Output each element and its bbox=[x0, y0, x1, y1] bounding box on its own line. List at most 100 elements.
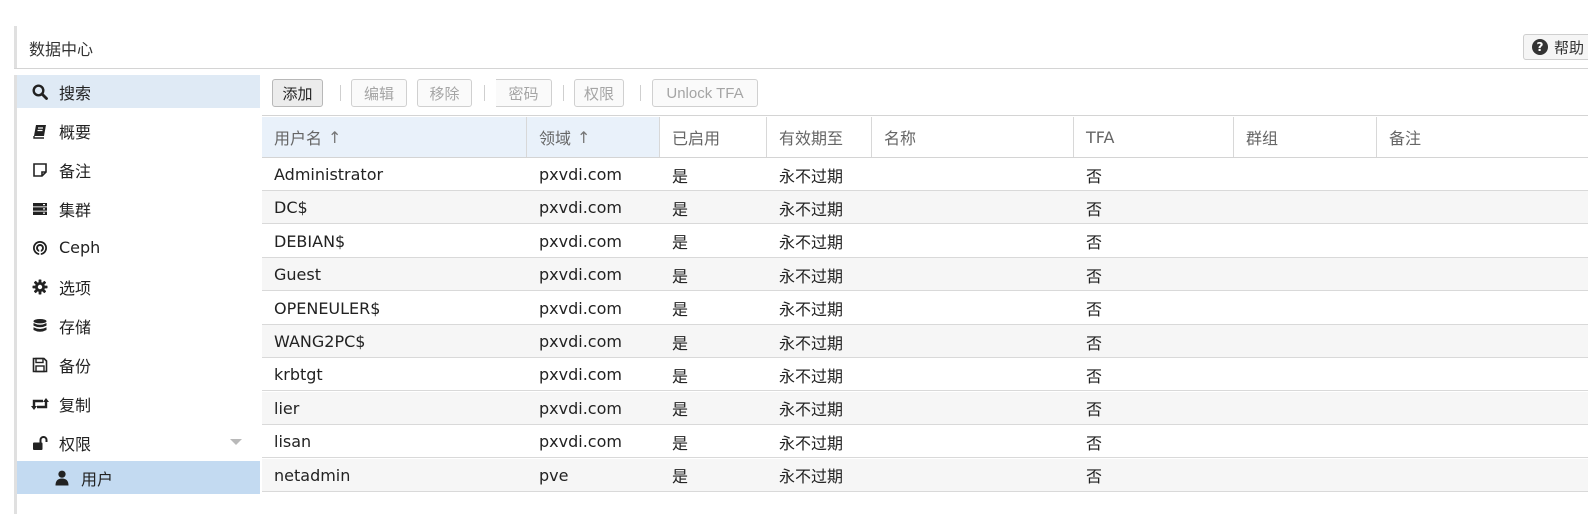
cell-name bbox=[872, 225, 1074, 258]
sidebar-item-options[interactable]: 选项 bbox=[17, 270, 260, 303]
cell-realm: pxvdi.com bbox=[539, 432, 622, 452]
cell-enabled: 是 bbox=[672, 199, 689, 219]
cell-groups bbox=[1234, 191, 1377, 224]
toolbar-separator bbox=[640, 85, 641, 101]
search-icon bbox=[31, 83, 49, 101]
cell-expire: 永不过期 bbox=[779, 266, 844, 286]
sidebar-item-summary[interactable]: 概要 bbox=[17, 114, 260, 147]
cell-realm: pxvdi.com bbox=[539, 265, 622, 285]
sidebar-item-ceph[interactable]: Ceph bbox=[17, 231, 260, 264]
column-header-name[interactable]: 名称 bbox=[872, 117, 1074, 157]
column-header-username[interactable]: 用户名 ↑ bbox=[262, 117, 527, 157]
cell-groups bbox=[1234, 225, 1377, 258]
cell-groups bbox=[1234, 158, 1377, 191]
cell-tfa: 否 bbox=[1086, 199, 1103, 219]
cell-username: lier bbox=[274, 398, 300, 418]
sidebar-item-label: 搜索 bbox=[59, 83, 92, 103]
table-row[interactable]: lisan pxvdi.com 是 永不过期 否 bbox=[262, 425, 1588, 459]
password-button[interactable]: 密码 bbox=[496, 79, 552, 107]
cell-enabled: 是 bbox=[672, 366, 689, 386]
sidebar-item-label: 备份 bbox=[59, 356, 92, 376]
cell-comment bbox=[1377, 225, 1588, 258]
cell-enabled: 是 bbox=[672, 433, 689, 453]
cell-name bbox=[872, 425, 1074, 458]
cell-groups bbox=[1234, 292, 1377, 325]
edit-button[interactable]: 编辑 bbox=[351, 79, 407, 107]
cell-enabled: 是 bbox=[672, 266, 689, 286]
remove-button[interactable]: 移除 bbox=[417, 79, 472, 107]
table-header: 用户名 ↑ 领域 ↑ 已启用 有效期至 名称 TFA 群组 备注 bbox=[262, 117, 1588, 158]
cell-comment bbox=[1377, 358, 1588, 391]
sidebar-item-notes[interactable]: 备注 bbox=[17, 153, 260, 186]
table-row[interactable]: Guest pxvdi.com 是 永不过期 否 bbox=[262, 258, 1588, 292]
cell-expire: 永不过期 bbox=[779, 467, 844, 487]
cell-enabled: 是 bbox=[672, 166, 689, 186]
cell-groups bbox=[1234, 325, 1377, 358]
sidebar-item-replication[interactable]: 复制 bbox=[17, 387, 260, 420]
database-icon bbox=[31, 317, 49, 335]
sidebar-item-label: 复制 bbox=[59, 395, 92, 415]
retweet-icon bbox=[31, 395, 49, 413]
cell-enabled: 是 bbox=[672, 300, 689, 320]
column-header-expire[interactable]: 有效期至 bbox=[767, 117, 872, 157]
cell-expire: 永不过期 bbox=[779, 333, 844, 353]
cell-tfa: 否 bbox=[1086, 333, 1103, 353]
sidebar-item-label: 权限 bbox=[59, 434, 92, 454]
unlock-tfa-button[interactable]: Unlock TFA bbox=[652, 79, 758, 107]
table-row[interactable]: DEBIAN$ pxvdi.com 是 永不过期 否 bbox=[262, 225, 1588, 258]
sidebar-item-cluster[interactable]: 集群 bbox=[17, 192, 260, 225]
sidebar-item-permissions[interactable]: 权限 bbox=[17, 426, 260, 459]
cell-enabled: 是 bbox=[672, 400, 689, 420]
question-circle-icon: ? bbox=[1532, 39, 1548, 55]
cell-username: WANG2PC$ bbox=[274, 332, 366, 351]
book-icon bbox=[31, 122, 49, 140]
cell-realm: pxvdi.com bbox=[539, 231, 622, 251]
table-row[interactable]: OPENEULER$ pxvdi.com 是 永不过期 否 bbox=[262, 292, 1588, 325]
sidebar-item-label: 选项 bbox=[59, 278, 92, 298]
column-header-enabled[interactable]: 已启用 bbox=[660, 117, 767, 157]
cell-name bbox=[872, 358, 1074, 391]
cell-username: DC$ bbox=[274, 198, 308, 218]
toolbar-separator bbox=[563, 85, 564, 101]
sort-asc-icon: ↑ bbox=[577, 127, 591, 147]
help-label: 帮助 bbox=[1554, 38, 1585, 57]
chevron-down-icon[interactable] bbox=[230, 439, 242, 445]
cell-tfa: 否 bbox=[1086, 433, 1103, 453]
page-title: 数据中心 bbox=[29, 40, 94, 59]
sidebar-item-backup[interactable]: 备份 bbox=[17, 348, 260, 381]
cell-comment bbox=[1377, 292, 1588, 325]
sidebar-item-search[interactable]: 搜索 bbox=[17, 75, 260, 108]
cell-realm: pxvdi.com bbox=[539, 398, 622, 418]
sidebar-item-label: Ceph bbox=[59, 238, 101, 257]
cell-groups bbox=[1234, 425, 1377, 458]
help-button[interactable]: ? 帮助 bbox=[1523, 34, 1588, 60]
table-row[interactable]: krbtgt pxvdi.com 是 永不过期 否 bbox=[262, 358, 1588, 392]
cell-realm: pxvdi.com bbox=[539, 165, 622, 184]
add-button[interactable]: 添加 bbox=[272, 79, 323, 107]
table-row[interactable]: DC$ pxvdi.com 是 永不过期 否 bbox=[262, 191, 1588, 225]
table-row[interactable]: lier pxvdi.com 是 永不过期 否 bbox=[262, 391, 1588, 425]
cell-comment bbox=[1377, 425, 1588, 458]
cell-expire: 永不过期 bbox=[779, 199, 844, 219]
permissions-button[interactable]: 权限 bbox=[574, 79, 624, 107]
column-header-groups[interactable]: 群组 bbox=[1234, 117, 1377, 157]
cell-username: DEBIAN$ bbox=[274, 231, 346, 251]
sidebar-item-storage[interactable]: 存储 bbox=[17, 309, 260, 342]
user-panel: 添加 编辑 移除 密码 权限 Unlock TFA 用户名 ↑ 领域 ↑ 已启用… bbox=[262, 75, 1588, 514]
column-header-comment[interactable]: 备注 bbox=[1377, 117, 1588, 157]
cell-expire: 永不过期 bbox=[779, 166, 844, 186]
column-header-tfa[interactable]: TFA bbox=[1074, 117, 1234, 157]
note-icon bbox=[31, 161, 49, 179]
gear-icon bbox=[31, 278, 49, 296]
table-row[interactable]: netadmin pve 是 永不过期 否 bbox=[262, 458, 1588, 492]
cell-realm: pxvdi.com bbox=[539, 198, 622, 218]
cell-realm: pxvdi.com bbox=[539, 332, 622, 351]
table-row[interactable]: Administrator pxvdi.com 是 永不过期 否 bbox=[262, 158, 1588, 191]
column-header-realm[interactable]: 领域 ↑ bbox=[527, 117, 660, 157]
cell-groups bbox=[1234, 358, 1377, 391]
sidebar-item-users[interactable]: 用户 bbox=[17, 461, 260, 494]
cell-comment bbox=[1377, 258, 1588, 291]
table-row[interactable]: WANG2PC$ pxvdi.com 是 永不过期 否 bbox=[262, 325, 1588, 358]
cell-expire: 永不过期 bbox=[779, 433, 844, 453]
cell-groups bbox=[1234, 392, 1377, 425]
